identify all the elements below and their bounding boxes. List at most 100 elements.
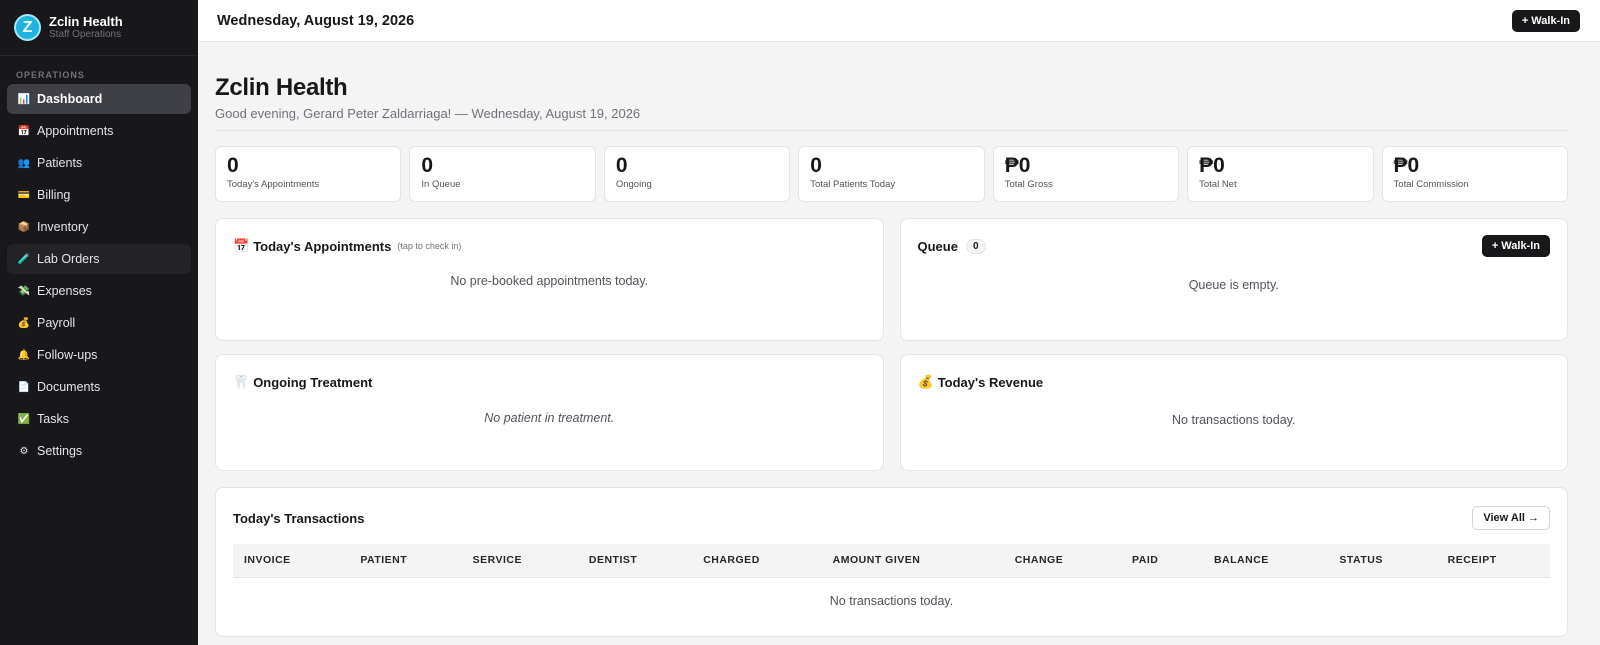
stat-value: 0 [615, 154, 628, 177]
sidebar-item-label: Follow-ups [37, 348, 98, 362]
ongoing-treatment-card: 🦷 Ongoing Treatment No patient in treatm… [215, 354, 884, 471]
column-header[interactable]: PAID [1121, 544, 1203, 578]
check-icon: ✅ [17, 413, 31, 425]
logo: Z [14, 14, 41, 41]
queue-card-title: Queue [917, 238, 958, 254]
sidebar-item-expenses[interactable]: 💸 Expenses [7, 276, 191, 306]
stat-label: Total Gross [1004, 179, 1053, 190]
money-icon: 💸 [17, 285, 31, 297]
sidebar-item-label: Patients [37, 156, 83, 170]
sidebar: Z Zclin Health Staff Operations OPERATIO… [0, 0, 198, 645]
queue-empty: Queue is empty. [1188, 278, 1279, 292]
column-header[interactable]: CHARGED [692, 544, 822, 578]
revenue-card: 💰 Today's Revenue No transactions today. [899, 354, 1568, 471]
transactions-title: Today's Transactions [233, 510, 365, 526]
queue-card: Queue 0 + Walk-In Queue is empty. [899, 218, 1568, 341]
stat-card: ₱0 Total Commission [1381, 146, 1568, 202]
bell-icon: 🔔 [17, 349, 31, 361]
brand-subtitle: Staff Operations [49, 29, 122, 40]
stat-label: Today's Appointments [227, 179, 320, 190]
sidebar-item-inventory[interactable]: 📦 Inventory [7, 212, 191, 242]
stat-label: Ongoing [615, 179, 652, 190]
stat-label: Total Patients Today [810, 179, 896, 190]
stat-value: ₱0 [1393, 154, 1420, 177]
stat-value: ₱0 [1004, 154, 1031, 177]
transactions-table: INVOICE PATIENT SERVICE DENTIST CHARGED AMOUN… [233, 544, 1550, 625]
chart-icon: 📊 [17, 93, 31, 105]
column-header[interactable]: INVOICE [233, 544, 350, 578]
stat-label: In Queue [421, 179, 461, 190]
stat-card: 0 In Queue [409, 146, 596, 202]
sidebar-item-label: Billing [37, 188, 71, 202]
stat-card: 0 Total Patients Today [798, 146, 985, 202]
stat-label: Total Net [1199, 179, 1237, 190]
stat-card: 0 Ongoing [603, 146, 791, 202]
sidebar-nav: 📊 Dashboard 📅 Appointments 👥 Patients 💳 Billing… [0, 84, 198, 466]
column-header[interactable]: STATUS [1328, 544, 1437, 578]
walk-in-button[interactable]: + Walk-In [1511, 9, 1580, 32]
treatment-card-title: Ongoing Treatment [253, 374, 373, 390]
sidebar-item-follow-ups[interactable]: 🔔 Follow-ups [7, 340, 191, 370]
sidebar-item-label: Inventory [37, 220, 89, 234]
sidebar-item-label: Payroll [37, 316, 76, 330]
column-header[interactable]: SERVICE [461, 544, 578, 578]
stat-card: 0 Today's Appointments [215, 146, 402, 202]
sidebar-item-settings[interactable]: ⚙ Settings [7, 436, 191, 466]
stat-label: Total Commission [1393, 179, 1469, 190]
view-all-button[interactable]: View All → [1472, 506, 1550, 530]
nav-section-label: OPERATIONS [16, 70, 85, 80]
topbar-date: Wednesday, August 19, 2026 [217, 12, 415, 29]
stat-value: ₱0 [1199, 154, 1225, 177]
sidebar-item-label: Appointments [37, 124, 114, 138]
calendar-icon: 📅 [17, 125, 31, 137]
column-header[interactable]: DENTIST [577, 544, 693, 578]
brand[interactable]: Z Zclin Health Staff Operations [0, 0, 198, 56]
stat-value: 0 [421, 154, 434, 177]
sidebar-item-billing[interactable]: 💳 Billing [7, 180, 191, 210]
column-header[interactable]: RECEIPT [1436, 544, 1550, 578]
revenue-card-title: Today's Revenue [937, 374, 1044, 390]
sidebar-item-label: Settings [37, 444, 83, 458]
sidebar-item-label: Expenses [37, 284, 92, 298]
topbar: Wednesday, August 19, 2026 + Walk-In [198, 0, 1600, 42]
appointments-card-note: (tap to check in) [397, 241, 462, 251]
queue-walk-in-button[interactable]: + Walk-In [1481, 235, 1550, 257]
sidebar-item-label: Documents [37, 380, 101, 394]
appointments-card-title: Today's Appointments [253, 238, 392, 254]
page-title: Zclin Health [215, 74, 348, 101]
column-header[interactable]: CHANGE [1003, 544, 1122, 578]
gear-icon: ⚙ [19, 445, 29, 457]
stats-row: 0 Today's Appointments 0 In Queue 0 Ongoing 0 T… [215, 146, 1568, 202]
sidebar-item-appointments[interactable]: 📅 Appointments [7, 116, 191, 146]
card-icon: 💳 [17, 189, 31, 201]
sidebar-item-patients[interactable]: 👥 Patients [7, 148, 191, 178]
sidebar-item-payroll[interactable]: 💰 Payroll [7, 308, 191, 338]
revenue-empty: No transactions today. [1172, 413, 1296, 427]
sidebar-item-label: Lab Orders [37, 252, 100, 266]
sidebar-item-dashboard[interactable]: 📊 Dashboard [7, 84, 191, 114]
sidebar-item-label: Dashboard [37, 92, 103, 106]
tooth-icon: 🦷 [233, 374, 250, 389]
sidebar-item-documents[interactable]: 📄 Documents [7, 372, 191, 402]
sidebar-item-tasks[interactable]: ✅ Tasks [7, 404, 191, 434]
brand-name: Zclin Health [49, 14, 123, 29]
column-header[interactable]: BALANCE [1202, 544, 1329, 578]
sidebar-item-lab-orders[interactable]: 🧪 Lab Orders [7, 244, 191, 274]
people-icon: 👥 [17, 157, 31, 169]
calendar-icon: 📅 [233, 238, 250, 253]
appointments-card: 📅 Today's Appointments (tap to check in)… [215, 218, 884, 341]
stat-card: ₱0 Total Gross [992, 146, 1180, 202]
stat-value: 0 [227, 154, 239, 177]
column-header[interactable]: PATIENT [349, 544, 462, 578]
sidebar-item-label: Tasks [37, 412, 69, 426]
test-tube-icon: 🧪 [17, 253, 31, 265]
greeting: Good evening, Gerard Peter Zaldarriaga! … [215, 106, 1568, 131]
queue-count-badge: 0 [965, 238, 986, 254]
money-bag-icon: 💰 [917, 374, 934, 389]
column-header[interactable]: AMOUNT GIVEN [821, 544, 1004, 578]
main-content: Zclin Health Good evening, Gerard Peter … [198, 42, 1584, 645]
treatment-empty: No patient in treatment. [484, 411, 615, 425]
money-bag-icon: 💰 [17, 317, 31, 329]
stat-value: 0 [810, 154, 822, 177]
transactions-card: Today's Transactions View All → INVOICE P… [215, 487, 1568, 637]
